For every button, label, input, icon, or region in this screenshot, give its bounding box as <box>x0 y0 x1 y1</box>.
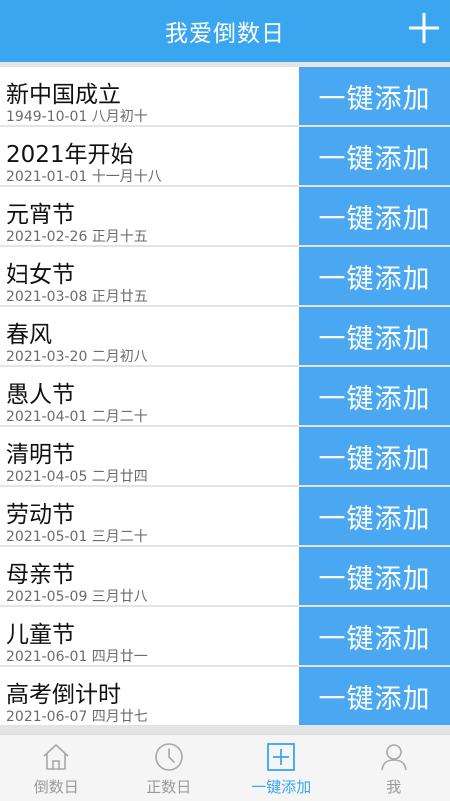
holiday-date: 2021-04-01 二月二十 <box>6 406 148 426</box>
nav-label-countdown: 倒数日 <box>34 776 79 797</box>
user-icon <box>378 741 410 773</box>
quick-add-button[interactable]: 一键添加 <box>299 67 450 125</box>
list-item: 愚人节2021-04-01 二月二十 一键添加 <box>0 367 450 425</box>
quick-add-button[interactable]: 一键添加 <box>299 547 450 605</box>
holiday-date: 2021-06-01 四月廿一 <box>6 646 148 666</box>
plus-icon[interactable] <box>406 10 442 46</box>
holiday-date: 2021-05-01 三月二十 <box>6 526 148 546</box>
quick-add-button[interactable]: 一键添加 <box>299 667 450 725</box>
holiday-date: 2021-06-07 四月廿七 <box>6 706 148 726</box>
holiday-name: 2021年开始 <box>6 135 134 169</box>
app-header: 我爱倒数日 <box>0 0 450 62</box>
holiday-date: 2021-03-08 正月廿五 <box>6 286 148 306</box>
nav-item-countdown[interactable]: 倒数日 <box>0 735 113 801</box>
holiday-date: 2021-02-26 正月十五 <box>6 226 148 246</box>
quick-add-button[interactable]: 一键添加 <box>299 247 450 305</box>
list-item: 春风2021-03-20 二月初八 一键添加 <box>0 307 450 365</box>
holiday-name: 愚人节 <box>6 375 75 409</box>
bottom-nav: 倒数日 正数日 一键添加 我 <box>0 734 450 801</box>
holiday-date: 2021-01-01 十一月十八 <box>6 166 162 186</box>
home-icon <box>40 741 72 773</box>
list-item: 2021年开始2021-01-01 十一月十八 一键添加 <box>0 127 450 185</box>
list-item: 妇女节2021-03-08 正月廿五 一键添加 <box>0 247 450 305</box>
list-item: 元宵节2021-02-26 正月十五 一键添加 <box>0 187 450 245</box>
page-title: 我爱倒数日 <box>165 14 285 48</box>
nav-label-me: 我 <box>386 776 401 797</box>
quick-add-button[interactable]: 一键添加 <box>299 187 450 245</box>
quick-add-button[interactable]: 一键添加 <box>299 367 450 425</box>
holiday-date: 2021-03-20 二月初八 <box>6 346 148 366</box>
holiday-date: 2021-05-09 三月廿八 <box>6 586 148 606</box>
list-item: 母亲节2021-05-09 三月廿八 一键添加 <box>0 547 450 605</box>
holiday-name: 元宵节 <box>6 195 75 229</box>
holiday-date: 1949-10-01 八月初十 <box>6 106 148 126</box>
holiday-name: 母亲节 <box>6 555 75 589</box>
nav-item-quick-add[interactable]: 一键添加 <box>225 735 338 801</box>
holiday-name: 清明节 <box>6 435 75 469</box>
add-box-icon <box>265 741 297 773</box>
list-item: 儿童节2021-06-01 四月廿一 一键添加 <box>0 607 450 665</box>
nav-item-me[interactable]: 我 <box>338 735 450 801</box>
holiday-name: 妇女节 <box>6 255 75 289</box>
holiday-name: 新中国成立 <box>6 75 121 109</box>
quick-add-button[interactable]: 一键添加 <box>299 307 450 365</box>
nav-label-quick-add: 一键添加 <box>251 776 311 797</box>
clock-icon <box>153 741 185 773</box>
holiday-name: 劳动节 <box>6 495 75 529</box>
quick-add-button[interactable]: 一键添加 <box>299 487 450 545</box>
list-item: 新中国成立1949-10-01 八月初十 一键添加 <box>0 67 450 125</box>
nav-item-countup[interactable]: 正数日 <box>113 735 226 801</box>
list-item: 清明节2021-04-05 二月廿四 一键添加 <box>0 427 450 485</box>
holiday-name: 高考倒计时 <box>6 675 121 709</box>
holiday-name: 春风 <box>6 315 52 349</box>
quick-add-button[interactable]: 一键添加 <box>299 427 450 485</box>
holiday-date: 2021-04-05 二月廿四 <box>6 466 148 486</box>
list-item: 劳动节2021-05-01 三月二十 一键添加 <box>0 487 450 545</box>
holiday-list: 新中国成立1949-10-01 八月初十一键添加2021年开始2021-01-0… <box>0 62 450 734</box>
holiday-name: 儿童节 <box>6 615 75 649</box>
list-item: 高考倒计时2021-06-07 四月廿七 一键添加 <box>0 667 450 725</box>
quick-add-button[interactable]: 一键添加 <box>299 127 450 185</box>
nav-label-countup: 正数日 <box>146 776 191 797</box>
quick-add-button[interactable]: 一键添加 <box>299 607 450 665</box>
